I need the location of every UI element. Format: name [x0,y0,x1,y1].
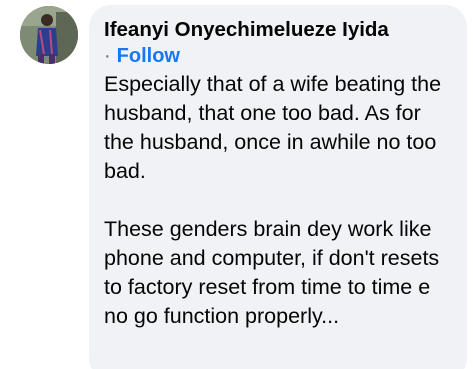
author-name[interactable]: Ifeanyi Onyechimelueze Iyida [104,17,453,42]
follow-row: · Follow [104,43,453,69]
separator-dot: · [104,45,111,67]
profile-photo-icon [20,6,78,64]
comment-item: Ifeanyi Onyechimelueze Iyida · Follow Esp… [0,0,473,369]
follow-link[interactable]: Follow [117,45,180,67]
comment-bubble: Ifeanyi Onyechimelueze Iyida · Follow Esp… [89,5,467,369]
avatar[interactable] [20,6,78,64]
comment-paragraph-1: Especially that of a wife beating the hu… [104,72,442,183]
comment-body: Especially that of a wife beating the hu… [104,70,453,331]
comment-paragraph-2: These genders brain dey work like phone … [104,217,440,328]
